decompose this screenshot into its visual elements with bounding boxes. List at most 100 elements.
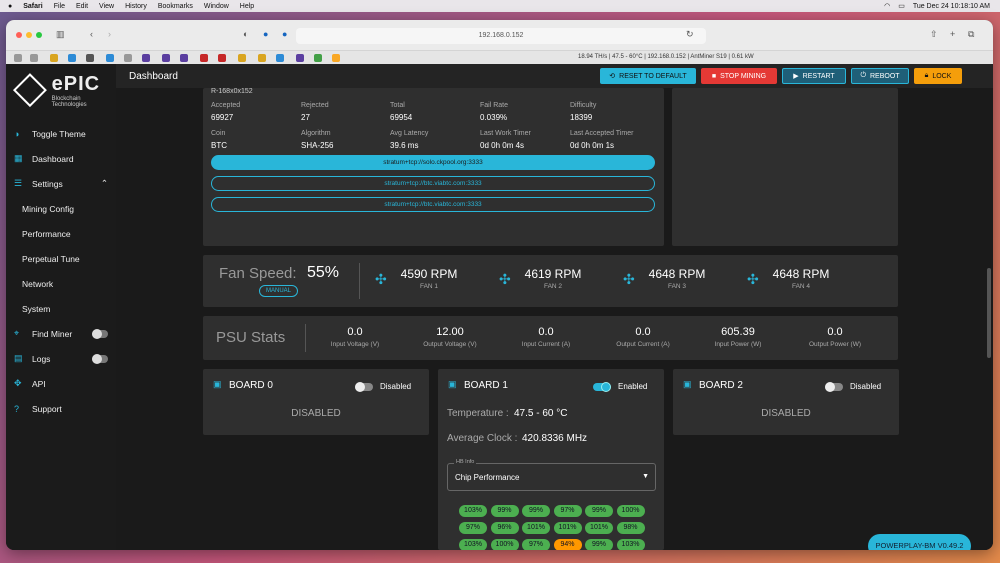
menu-view[interactable]: View — [99, 3, 114, 10]
sidebar-item-settings[interactable]: ☰ Settings ⌃ — [14, 171, 108, 196]
stat-label: Rejected — [301, 102, 329, 109]
favorite-icon[interactable] — [218, 54, 226, 62]
pool-url-button[interactable]: stratum+tcp://solo.ckpool.org:3333 — [211, 155, 655, 170]
fan-name: FAN 3 — [667, 283, 687, 290]
favorite-icon[interactable] — [86, 54, 94, 62]
shield-icon[interactable]: ◐ — [243, 29, 248, 39]
lock-button[interactable]: 🔒︎ LOCK — [914, 68, 962, 84]
board-icon: ▣ — [448, 379, 457, 389]
favorite-icon[interactable] — [106, 54, 114, 62]
stat-label: Avg Latency — [390, 130, 429, 137]
menu-edit[interactable]: Edit — [76, 3, 88, 10]
stat-value: 0d 0h 0m 1s — [570, 141, 615, 150]
favorite-icon[interactable] — [124, 54, 132, 62]
favorite-icon[interactable] — [200, 54, 208, 62]
menubar-clock[interactable]: Tue Dec 24 10:18:10 AM — [913, 3, 990, 10]
sidebar-item-mining-config[interactable]: Mining Config — [14, 196, 108, 221]
favorite-icon[interactable] — [50, 54, 58, 62]
sidebar-item-support[interactable]: ? Support — [14, 396, 108, 421]
sidebar-item-logs[interactable]: ▤ Logs — [14, 346, 108, 371]
menu-file[interactable]: File — [54, 3, 65, 10]
tab-overview-icon[interactable]: ⧉ — [968, 29, 974, 40]
reboot-button[interactable]: ⏻ REBOOT — [851, 68, 909, 84]
restart-button[interactable]: ▶ RESTART — [782, 68, 846, 84]
fan-1: 4590 RPM FAN 1 — [397, 267, 461, 290]
board-toggle[interactable] — [825, 382, 843, 392]
scrollbar[interactable] — [987, 268, 991, 358]
reload-icon[interactable]: ↻ — [686, 29, 694, 40]
favorite-icon[interactable] — [258, 54, 266, 62]
menu-help[interactable]: Help — [240, 3, 254, 10]
favorite-icon[interactable] — [276, 54, 284, 62]
wifi-icon[interactable]: ◠ — [884, 2, 890, 10]
sidebar-item-api[interactable]: ✥ API — [14, 371, 108, 396]
version-badge[interactable]: POWERPLAY-BM V0.49.2 — [868, 534, 971, 550]
favorite-icon[interactable] — [142, 54, 150, 62]
psu-label: Input Power (W) — [714, 341, 762, 348]
favorite-icon[interactable] — [296, 54, 304, 62]
favorite-icon[interactable] — [30, 54, 38, 62]
pool-url-button[interactable]: stratum+tcp://btc.viabtc.com:3333 — [211, 176, 655, 191]
find-miner-toggle[interactable] — [92, 328, 108, 339]
reset-to-default-button[interactable]: ⟲ RESET TO DEFAULT — [600, 68, 696, 84]
board-disabled-text: DISABLED — [761, 408, 811, 419]
favorite-icon[interactable] — [332, 54, 340, 62]
select-value: Chip Performance — [455, 473, 520, 482]
share-icon[interactable]: ⇧ — [930, 29, 938, 40]
sidebar-item-network[interactable]: Network — [14, 271, 108, 296]
back-icon[interactable]: ‹ — [90, 29, 93, 39]
apple-icon[interactable]: ● — [8, 3, 12, 10]
board-toggle[interactable] — [593, 382, 611, 392]
hb-info-select[interactable]: HB Info Chip Performance ▼ — [447, 459, 656, 491]
board-toggle[interactable] — [355, 382, 373, 392]
sidebar-item-label: Logs — [32, 353, 51, 364]
minimize-window-button[interactable] — [26, 32, 32, 38]
menu-app[interactable]: Safari — [23, 3, 42, 10]
fan-panel: Fan Speed: 55% MANUAL ✣ 4590 RPM FAN 1 ✣ … — [203, 255, 898, 307]
board-1-panel: ▣ BOARD 1 Enabled Temperature : 47.5 - 6… — [438, 369, 664, 550]
board-status: Disabled — [380, 382, 412, 391]
forward-icon[interactable]: › — [108, 29, 111, 39]
extension-icon-2[interactable]: ● — [282, 29, 287, 39]
stat-value: 69954 — [390, 113, 413, 122]
zoom-window-button[interactable] — [36, 32, 42, 38]
pool-name: R-168x0x152 — [211, 88, 253, 95]
sidebar-toggle-icon[interactable]: ▥ — [56, 29, 65, 40]
menu-history[interactable]: History — [125, 3, 147, 10]
sidebar-item-label: Mining Config — [22, 203, 74, 214]
sidebar-item-perpetual-tune[interactable]: Perpetual Tune — [14, 246, 108, 271]
menu-bookmarks[interactable]: Bookmarks — [158, 3, 193, 10]
close-window-button[interactable] — [16, 32, 22, 38]
extension-icon[interactable]: ● — [263, 29, 268, 39]
pool-url-button[interactable]: stratum+tcp://btc.viabtc.com:3333 — [211, 197, 655, 212]
favorite-icon[interactable] — [180, 54, 188, 62]
favorite-icon[interactable] — [162, 54, 170, 62]
sidebar-item-label: Network — [22, 278, 54, 289]
favorite-icon[interactable] — [238, 54, 246, 62]
favorite-icon[interactable] — [68, 54, 76, 62]
sidebar-item-dashboard[interactable]: ▦ Dashboard — [14, 146, 108, 171]
sidebar-item-find-miner[interactable]: ⌖ Find Miner — [14, 321, 108, 346]
chip-performance-badge: 98% — [616, 522, 645, 534]
chip-performance-badge: 99% — [585, 505, 613, 517]
battery-icon[interactable]: ▭ — [898, 2, 905, 10]
fan-mode-badge[interactable]: MANUAL — [259, 285, 299, 297]
restart-icon: ▶ — [793, 73, 799, 80]
fan-3: 4648 RPM FAN 3 — [645, 267, 709, 290]
sidebar-item-label: Performance — [22, 228, 71, 239]
chip-performance-badge: 100% — [616, 505, 645, 517]
url-bar[interactable]: 192.168.0.152 — [296, 28, 706, 44]
favorite-icon[interactable] — [314, 54, 322, 62]
chevron-down-icon: ▼ — [642, 473, 649, 480]
favorite-icon[interactable] — [14, 54, 22, 62]
psu-value: 0.0 — [635, 326, 651, 338]
stop-mining-button[interactable]: ■ STOP MINING — [701, 68, 777, 84]
sidebar-item-toggle-theme[interactable]: ◑ Toggle Theme — [14, 121, 108, 146]
menu-window[interactable]: Window — [204, 3, 229, 10]
main-content: R-168x0x152 Accepted 69927 Rejected 27 T… — [116, 88, 993, 550]
sidebar-item-performance[interactable]: Performance — [14, 221, 108, 246]
sidebar-item-system[interactable]: System — [14, 296, 108, 321]
psu-stat: 12.00 Output Voltage (V) — [405, 326, 495, 348]
logs-toggle[interactable] — [92, 353, 108, 364]
new-tab-icon[interactable]: + — [950, 29, 955, 39]
